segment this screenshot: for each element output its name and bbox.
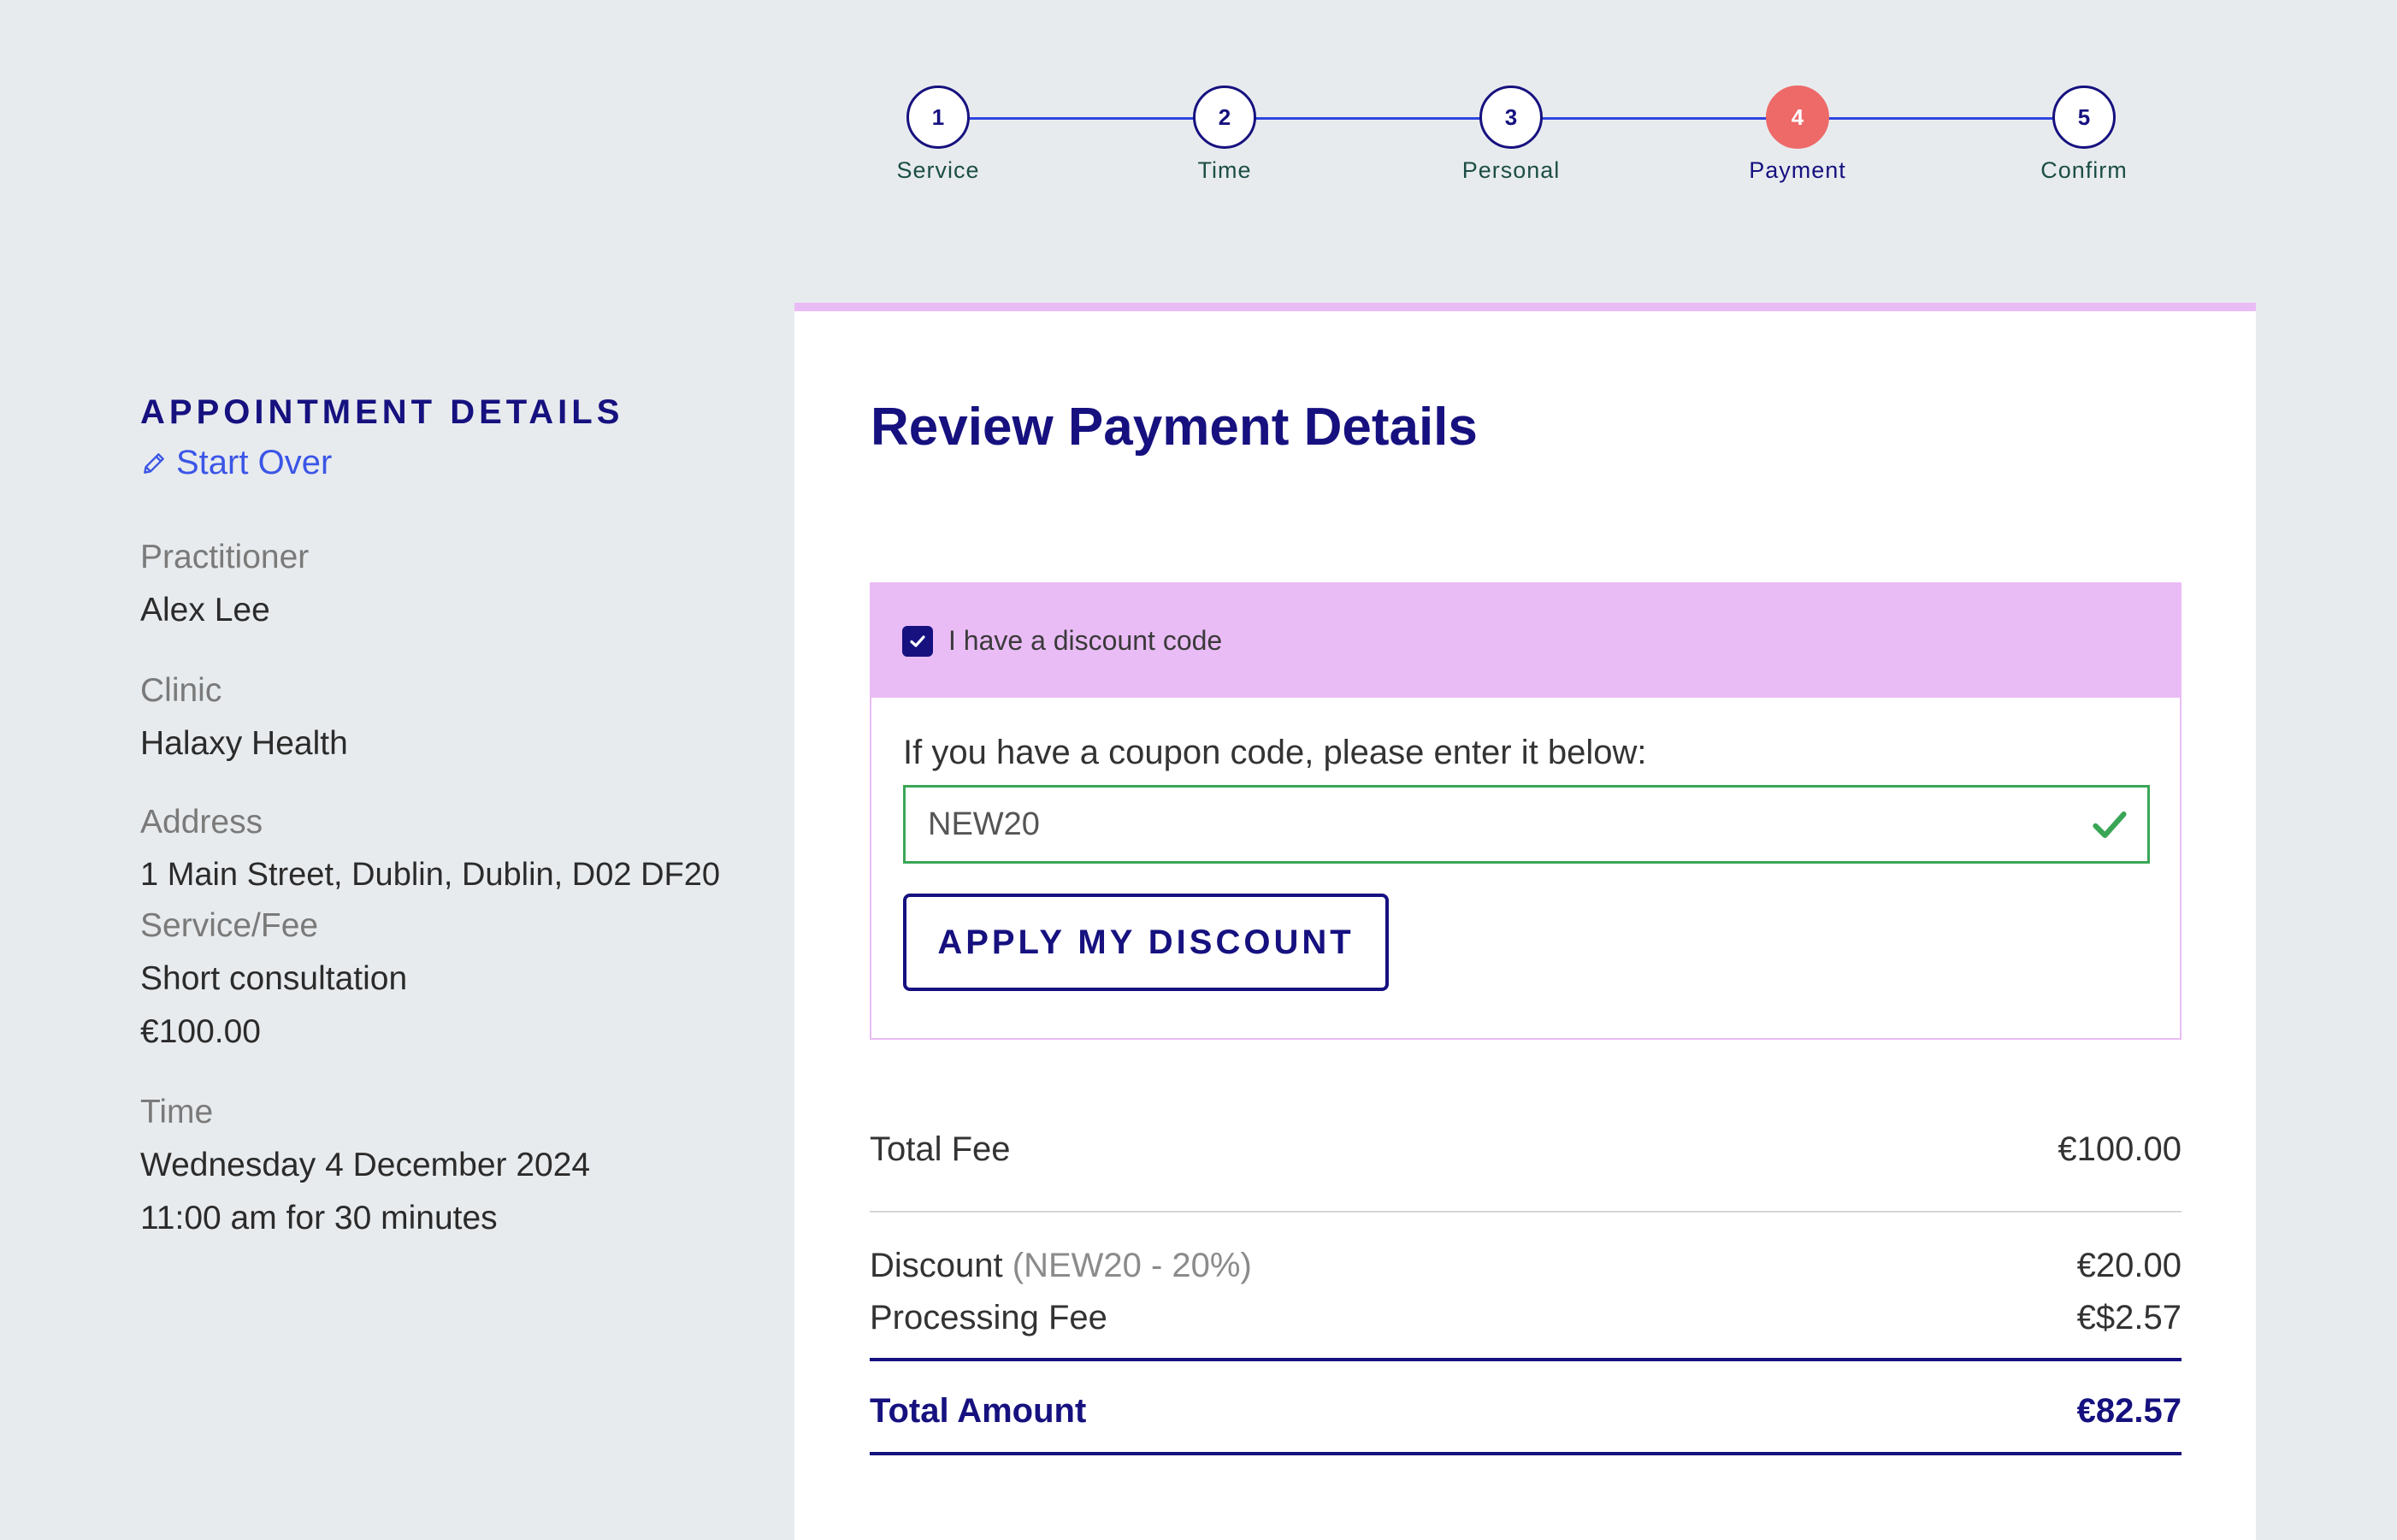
total-amount-value: €82.57: [2076, 1392, 2182, 1430]
coupon-prompt: If you have a coupon code, please enter …: [903, 734, 1647, 771]
start-over-label: Start Over: [176, 444, 333, 481]
step-number: 2: [1193, 86, 1256, 149]
service-fee-value: €100.00: [140, 1013, 261, 1050]
payment-card: Review Payment Details I have a discount…: [794, 303, 2256, 1540]
progress-stepper: 1 Service 2 Time 3 Personal 4 Payment 5 …: [0, 86, 2397, 205]
appointment-details-panel: APPOINTMENT DETAILS Start Over Practitio…: [140, 393, 790, 1237]
practitioner-value: Alex Lee: [140, 592, 270, 628]
step-service[interactable]: 1 Service: [853, 86, 1024, 184]
discount-header: I have a discount code: [871, 584, 2180, 698]
step-number: 4: [1766, 86, 1829, 149]
total-fee-value: €100.00: [2058, 1130, 2182, 1168]
step-label: Time: [1197, 157, 1252, 183]
total-fee-label: Total Fee: [870, 1130, 1011, 1168]
total-divider-top: [870, 1358, 2182, 1361]
address-value: 1 Main Street, Dublin, Dublin, D02 DF20: [140, 857, 720, 893]
processing-fee-row: Processing Fee €$2.57: [870, 1299, 2182, 1337]
discount-label: Discount: [870, 1247, 1003, 1284]
total-amount-row: Total Amount €82.57: [870, 1392, 2182, 1431]
start-over-link[interactable]: Start Over: [140, 444, 790, 482]
discount-value: €20.00: [2076, 1247, 2182, 1284]
step-number: 3: [1479, 86, 1543, 149]
step-label: Payment: [1749, 157, 1846, 183]
step-label: Service: [896, 157, 980, 183]
pencil-icon: [144, 452, 164, 474]
step-label: Personal: [1461, 157, 1561, 183]
date-value: Wednesday 4 December 2024: [140, 1147, 591, 1183]
checkmark-icon: [910, 634, 925, 647]
summary-divider: [870, 1211, 2182, 1213]
address-label: Address: [140, 804, 263, 841]
total-fee-row: Total Fee €100.00: [870, 1130, 2182, 1169]
service-fee-label: Service/Fee: [140, 907, 319, 944]
checkmark-icon: [2093, 811, 2127, 839]
clinic-label: Clinic: [140, 672, 222, 709]
processing-fee-value: €$2.57: [2076, 1299, 2182, 1336]
processing-fee-label: Processing Fee: [870, 1299, 1107, 1336]
step-label: Confirm: [2040, 157, 2128, 183]
coupon-field: [903, 785, 2150, 864]
clinic-value: Halaxy Health: [140, 725, 348, 762]
practitioner-label: Practitioner: [140, 539, 310, 575]
time-label: Time: [140, 1094, 214, 1130]
service-value: Short consultation: [140, 960, 408, 997]
step-payment[interactable]: 4 Payment: [1712, 86, 1883, 184]
total-amount-label: Total Amount: [870, 1392, 1087, 1430]
step-confirm[interactable]: 5 Confirm: [1998, 86, 2170, 184]
discount-note: (NEW20 - 20%): [1012, 1247, 1252, 1284]
time-value: 11:00 am for 30 minutes: [140, 1200, 498, 1236]
step-time[interactable]: 2 Time: [1139, 86, 1310, 184]
coupon-input[interactable]: [906, 788, 2147, 861]
step-number: 5: [2052, 86, 2116, 149]
discount-section: I have a discount code If you have a cou…: [870, 582, 2182, 1040]
page-title: Review Payment Details: [871, 398, 1478, 457]
total-divider-bottom: [870, 1452, 2182, 1455]
step-personal[interactable]: 3 Personal: [1426, 86, 1597, 184]
appointment-details-title: APPOINTMENT DETAILS: [140, 393, 624, 431]
apply-discount-button[interactable]: APPLY MY DISCOUNT: [903, 894, 1389, 991]
discount-checkbox-label: I have a discount code: [948, 625, 1223, 656]
step-number: 1: [906, 86, 970, 149]
discount-row: Discount (NEW20 - 20%) €20.00: [870, 1247, 2182, 1285]
discount-checkbox[interactable]: [902, 625, 933, 657]
